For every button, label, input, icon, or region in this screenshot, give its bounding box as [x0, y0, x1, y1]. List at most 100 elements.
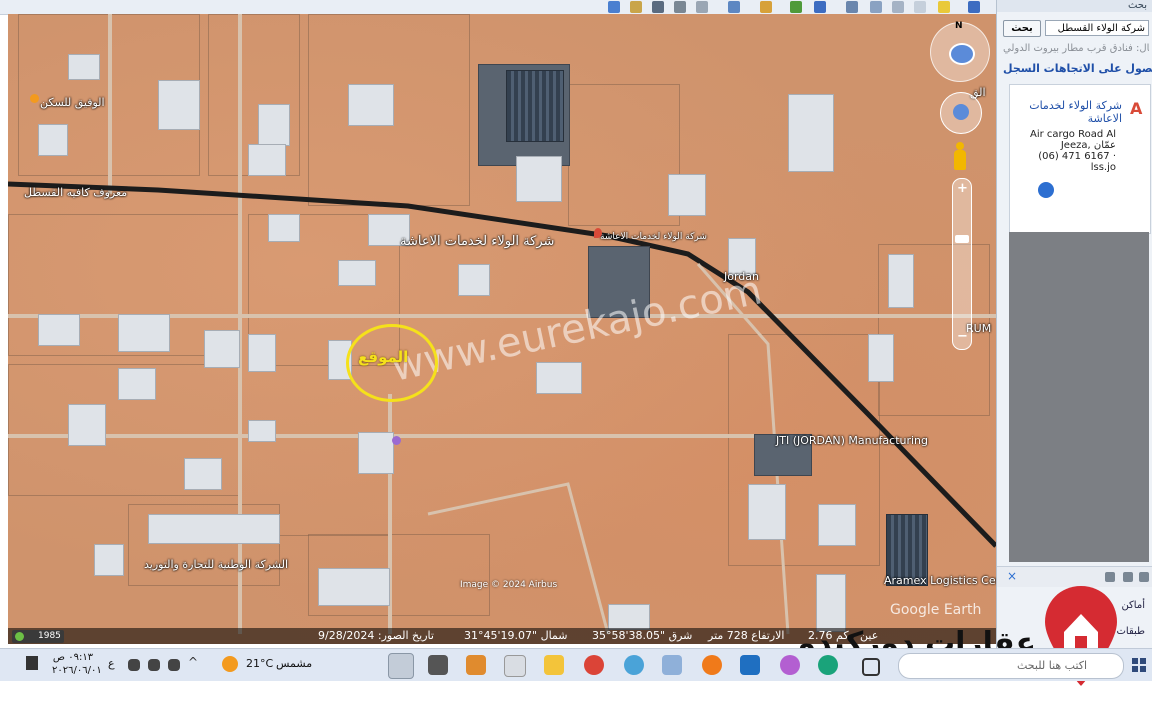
firefox-icon[interactable] — [702, 655, 722, 675]
polygon-icon[interactable] — [846, 1, 858, 13]
sidebar-toggle-icon[interactable] — [968, 1, 980, 13]
place-pin-icon[interactable] — [30, 94, 39, 103]
show-hidden-icons-chevron[interactable]: ^ — [188, 655, 198, 669]
building — [516, 156, 562, 202]
zoom-out-icon[interactable]: − — [957, 329, 968, 344]
weather-description[interactable]: مشمس — [276, 657, 312, 670]
building — [94, 544, 124, 576]
path-icon[interactable] — [870, 1, 882, 13]
image-icon[interactable] — [630, 1, 642, 13]
layers-label: طبقات — [1116, 626, 1146, 637]
building — [38, 124, 68, 156]
place-pin-icon[interactable] — [392, 436, 401, 445]
sun-icon[interactable] — [222, 656, 238, 672]
search-result[interactable]: A شركة الولاء لخدمات الاعاشة Air cargo R… — [1009, 84, 1151, 234]
clock-time: ٠٩:١٣ ص — [52, 652, 94, 663]
print-icon[interactable] — [674, 1, 686, 13]
network-icon[interactable] — [148, 659, 160, 671]
building — [668, 174, 706, 216]
building — [248, 420, 276, 442]
label-company-main: شركة الولاء لخدمات الاعاشة — [400, 234, 555, 249]
google-earth-taskbar-icon[interactable] — [388, 653, 414, 679]
compass-control[interactable]: N — [930, 21, 990, 82]
road-line — [427, 482, 610, 635]
outlook-icon[interactable] — [740, 655, 760, 675]
print-icon[interactable] — [1105, 572, 1115, 582]
ruler-icon[interactable] — [728, 1, 740, 13]
language-indicator[interactable]: ع — [108, 657, 115, 670]
imagery-date: تاريخ الصور: 9/28/2024 — [318, 629, 434, 642]
solar-panels — [506, 70, 564, 142]
overlay-icon[interactable] — [892, 1, 904, 13]
edit-icon[interactable] — [760, 1, 772, 13]
building — [608, 604, 650, 630]
search-button[interactable]: بحث — [1003, 20, 1041, 37]
notification-icon[interactable] — [26, 656, 38, 670]
building — [204, 330, 240, 368]
pegman-body — [954, 150, 966, 170]
building — [248, 334, 276, 372]
task-view-icon[interactable] — [862, 658, 880, 676]
building — [818, 504, 856, 546]
close-icon[interactable]: × — [1007, 569, 1017, 583]
building — [268, 214, 300, 242]
address-line-1: Air cargo Road Al — [1029, 129, 1116, 140]
site-label: الموقع — [358, 348, 409, 366]
globe-icon[interactable] — [1038, 182, 1054, 198]
win-pane — [1132, 658, 1138, 664]
building — [248, 144, 286, 176]
search-input[interactable] — [1045, 20, 1149, 36]
taskbar-search[interactable]: اكتب هنا للبحث — [898, 653, 1124, 679]
tour-icon[interactable] — [1139, 572, 1149, 582]
zoom-knob[interactable] — [955, 235, 969, 243]
pegman-head — [956, 142, 964, 150]
directions-link[interactable]: الحصول على الاتجاهات السجل — [1003, 62, 1152, 75]
image-credit: Image © 2024 Airbus — [460, 580, 558, 590]
save-icon[interactable] — [652, 1, 664, 13]
placemark-icon[interactable] — [938, 1, 950, 13]
win-pane — [1140, 658, 1146, 664]
building — [118, 368, 156, 400]
react-icon[interactable] — [624, 655, 644, 675]
zoom-in-icon[interactable]: + — [957, 181, 968, 196]
app-icon[interactable] — [466, 655, 486, 675]
tour-icon[interactable] — [914, 1, 926, 13]
clock[interactable]: ٠٩:١٣ ص ٢٠٢٦/٠٦/٠١ — [52, 651, 102, 677]
building — [348, 84, 394, 126]
search-panel-header[interactable]: بحث — [997, 0, 1152, 12]
building — [158, 80, 200, 130]
result-name[interactable]: شركة الولاء لخدمات الاعاشة — [1018, 99, 1122, 125]
eye-icon[interactable] — [949, 43, 975, 65]
clock-icon — [15, 632, 24, 641]
label-company-small: شركة الولاء لخدمات الاعاشة — [600, 232, 707, 242]
weather-temperature[interactable]: 21°C — [246, 657, 273, 670]
volume-icon[interactable] — [128, 659, 140, 671]
win-pane — [1140, 666, 1146, 672]
historical-imagery-badge[interactable]: 1985 — [12, 630, 64, 643]
windows-start-icon[interactable] — [1132, 658, 1146, 672]
file-explorer-icon[interactable] — [544, 655, 564, 675]
chrome-icon[interactable] — [584, 655, 604, 675]
map-toolbar — [0, 0, 1000, 15]
result-website[interactable]: lss.jo — [1018, 162, 1116, 173]
place-pin-icon[interactable] — [594, 228, 602, 238]
copilot-icon[interactable] — [780, 655, 800, 675]
building — [788, 94, 834, 172]
zoom-slider[interactable]: + − — [952, 178, 972, 350]
copy-icon[interactable] — [1123, 572, 1133, 582]
paint-icon[interactable] — [662, 655, 682, 675]
places-label: أماكن — [1121, 600, 1145, 611]
pan-control[interactable] — [940, 92, 982, 134]
clock-date: ٢٠٢٦/٠٦/٠١ — [52, 665, 102, 676]
satellite-map[interactable]: الوفيق للسكن معروف كافيه القسطل شركة الو… — [8, 14, 996, 644]
globe-icon[interactable] — [608, 1, 620, 13]
street-view-pegman-icon[interactable] — [954, 142, 966, 170]
edge-icon[interactable] — [818, 655, 838, 675]
hand-icon[interactable] — [953, 104, 969, 120]
battery-icon[interactable] — [168, 659, 180, 671]
sun-icon[interactable] — [790, 1, 802, 13]
keepass-icon[interactable] — [504, 655, 526, 677]
clock-icon[interactable] — [814, 1, 826, 13]
settings-icon[interactable] — [428, 655, 448, 675]
email-icon[interactable] — [696, 1, 708, 13]
